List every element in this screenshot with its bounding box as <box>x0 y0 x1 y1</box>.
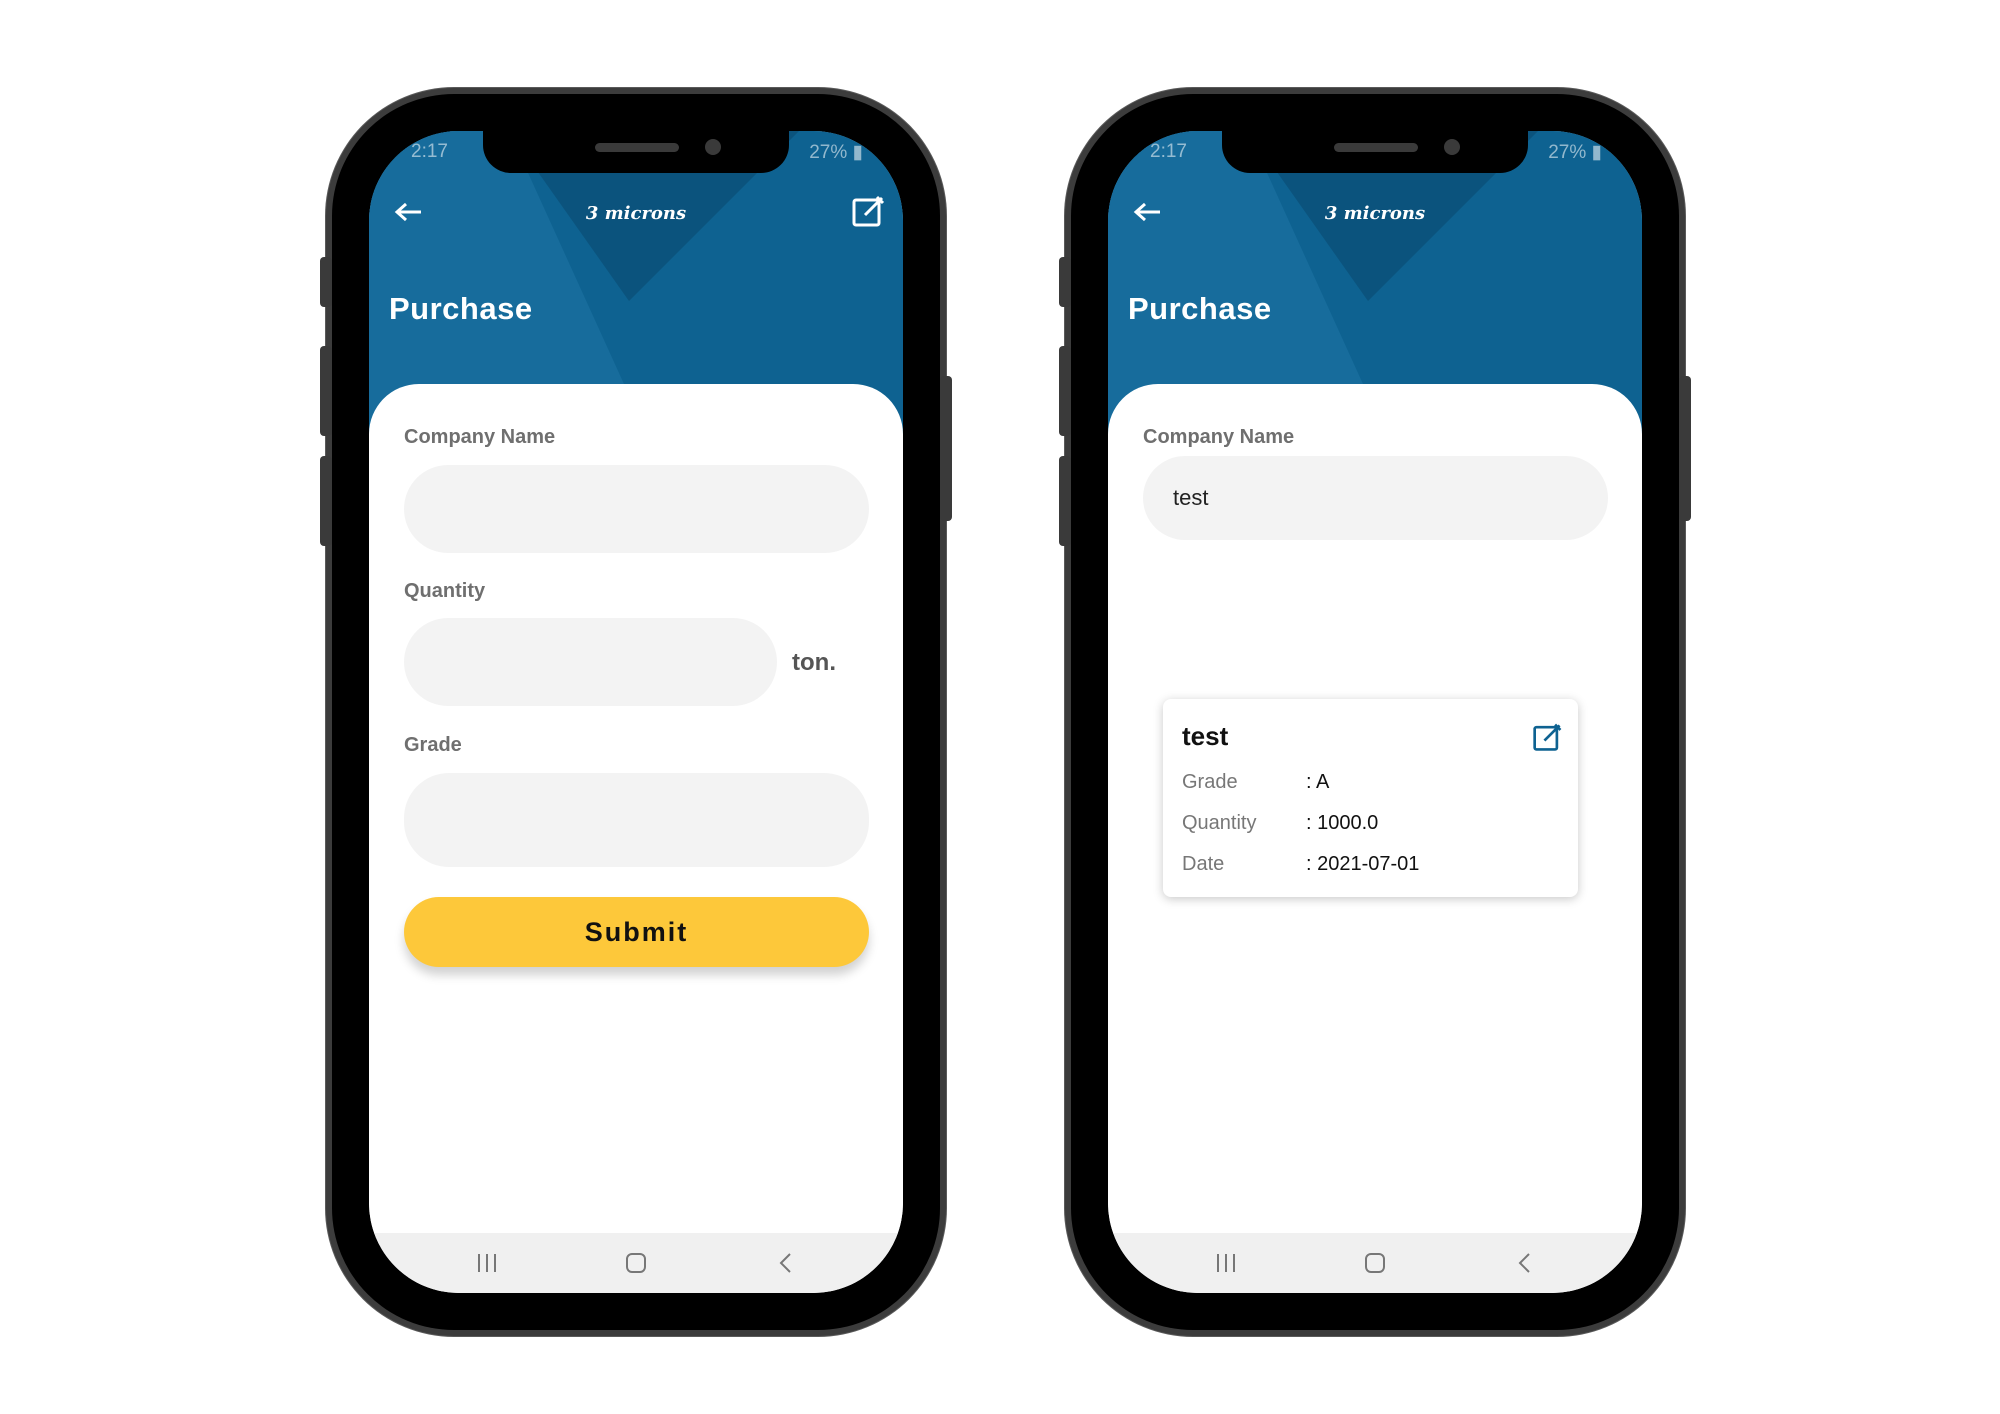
front-camera <box>1444 139 1460 155</box>
home-icon[interactable] <box>1363 1251 1387 1275</box>
app-brand: 3 microns <box>585 203 687 224</box>
phone-side-button <box>320 346 332 436</box>
status-time: 2:17 <box>1150 141 1187 162</box>
page-title: Purchase <box>389 291 533 326</box>
app-brand: 3 microns <box>1324 203 1426 224</box>
grade-input[interactable] <box>404 773 869 867</box>
card-company-title: test <box>1182 721 1229 751</box>
phone-frame-search: 2:17 27% ▮ 3 microns Purchase Company Na… <box>1059 94 1691 1330</box>
status-battery: 27% ▮ <box>1548 142 1602 163</box>
purchase-result-card[interactable]: test Grade : A Quantity : 1000.0 Date : … <box>1163 699 1578 897</box>
quantity-input[interactable] <box>404 618 777 706</box>
edit-square-icon[interactable] <box>1532 721 1564 753</box>
card-quantity-value: : 1000.0 <box>1306 812 1379 834</box>
chevron-left-icon[interactable] <box>777 1251 795 1275</box>
home-icon[interactable] <box>624 1251 648 1275</box>
phone-side-button <box>1059 456 1071 546</box>
phone-side-button <box>1059 346 1071 436</box>
card-date-key: Date <box>1182 853 1225 875</box>
grade-label: Grade <box>404 734 462 756</box>
camera-notch <box>1222 131 1528 173</box>
phone-side-button <box>1679 376 1691 521</box>
quantity-unit: ton. <box>792 649 836 676</box>
card-grade-key: Grade <box>1182 771 1238 793</box>
camera-notch <box>483 131 789 173</box>
system-nav-bar <box>1108 1233 1642 1293</box>
speaker <box>1334 143 1418 152</box>
phone-side-button <box>320 257 332 307</box>
screen-search: 2:17 27% ▮ 3 microns Purchase Company Na… <box>1108 131 1642 1293</box>
company-name-input[interactable] <box>404 465 869 553</box>
submit-button[interactable]: Submit <box>404 897 869 967</box>
phone-side-button <box>1059 257 1071 307</box>
speaker <box>595 143 679 152</box>
system-nav-bar <box>369 1233 903 1293</box>
card-quantity-key: Quantity <box>1182 812 1257 834</box>
status-time: 2:17 <box>411 141 448 162</box>
card-grade-value: : A <box>1306 771 1330 793</box>
quantity-label: Quantity <box>404 580 486 602</box>
form-panel: Company Name Quantity ton. Grade Submit <box>369 384 903 1234</box>
front-camera <box>705 139 721 155</box>
company-name-label: Company Name <box>404 426 556 448</box>
recents-icon[interactable] <box>1215 1251 1237 1275</box>
chevron-left-icon[interactable] <box>1516 1251 1534 1275</box>
phone-frame-form: 2:17 27% ▮ 3 microns Purchase Company Na… <box>320 94 952 1330</box>
phone-side-button <box>940 376 952 521</box>
phone-side-button <box>320 456 332 546</box>
status-battery: 27% ▮ <box>809 142 863 163</box>
card-date-value: : 2021-07-01 <box>1306 853 1420 875</box>
screen-form: 2:17 27% ▮ 3 microns Purchase Company Na… <box>369 131 903 1293</box>
company-name-input[interactable] <box>1143 456 1608 540</box>
edit-square-icon[interactable] <box>851 193 887 229</box>
company-name-label: Company Name <box>1143 426 1295 448</box>
recents-icon[interactable] <box>476 1251 498 1275</box>
page-title: Purchase <box>1128 291 1272 326</box>
